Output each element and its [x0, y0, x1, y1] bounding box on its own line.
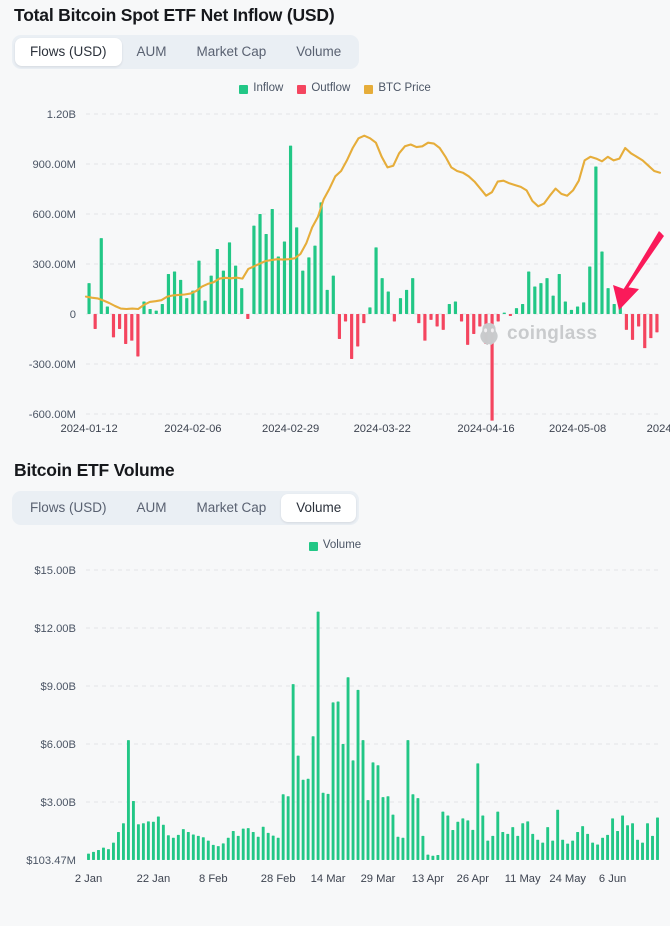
svg-text:6 Jun: 6 Jun — [599, 873, 626, 885]
svg-text:2 Jan: 2 Jan — [75, 873, 102, 885]
page-title: Total Bitcoin Spot ETF Net Inflow (USD) — [14, 5, 335, 25]
svg-text:2024-05-31: 2024-05-31 — [647, 423, 670, 435]
tab-market-cap[interactable]: Market Cap — [182, 38, 282, 66]
tab-volume-2[interactable]: Volume — [281, 494, 357, 522]
svg-text:2024-04-16: 2024-04-16 — [457, 423, 514, 435]
svg-text:28 Feb: 28 Feb — [261, 873, 296, 885]
tab-aum-2[interactable]: AUM — [122, 494, 182, 522]
svg-text:22 Jan: 22 Jan — [137, 873, 171, 885]
volume-plot: $15.00B $12.00B $9.00B $6.00B $3.00B $103.47M… — [26, 565, 660, 885]
svg-text:$103.47M: $103.47M — [26, 855, 76, 867]
svg-text:14 Mar: 14 Mar — [311, 873, 346, 885]
svg-text:0: 0 — [70, 309, 76, 321]
svg-text:2024-02-29: 2024-02-29 — [262, 423, 319, 435]
legend-item-volume[interactable]: Volume — [308, 539, 362, 552]
legend-item-inflow[interactable]: Inflow — [239, 83, 283, 95]
svg-text:11 May: 11 May — [505, 873, 541, 885]
etf-volume-panel: Bitcoin ETF Volume Flows (USD) AUM Marke… — [0, 455, 670, 926]
svg-text:300.00M: 300.00M — [32, 259, 76, 271]
panel2-legend: Volume — [0, 537, 670, 555]
svg-text:$12.00B: $12.00B — [34, 623, 76, 635]
svg-text:900.00M: 900.00M — [32, 159, 76, 171]
page-root: Total Bitcoin Spot ETF Net Inflow (USD) … — [0, 0, 670, 926]
svg-text:1.20B: 1.20B — [47, 109, 76, 121]
legend-label-volume: Volume — [322, 539, 362, 552]
panel2-tab-bar: Flows (USD) AUM Market Cap Volume — [12, 491, 360, 525]
square-swatch-icon — [364, 84, 374, 94]
svg-text:$15.00B: $15.00B — [34, 565, 76, 577]
svg-text:$3.00B: $3.00B — [41, 797, 76, 809]
svg-text:600.00M: 600.00M — [32, 209, 76, 221]
tab-market-cap-2[interactable]: Market Cap — [182, 494, 282, 522]
panel1-tab-bar: Flows (USD) AUM Market Cap Volume — [12, 35, 360, 69]
legend-label-outflow: Outflow — [311, 82, 351, 95]
tab-volume[interactable]: Volume — [281, 38, 356, 66]
net-inflow-plot: 1.20B 900.00M 600.00M 300.00M 0 -300.00M -600.… — [29, 109, 670, 435]
svg-text:2024-01-12: 2024-01-12 — [60, 423, 117, 435]
net-inflow-chart[interactable]: 1.20B 900.00M 600.00M 300.00M 0 -300.00M -600.… — [0, 100, 670, 445]
volume-chart[interactable]: $15.00B $12.00B $9.00B $6.00B $3.00B $103.47M… — [0, 558, 670, 926]
tab-aum[interactable]: AUM — [122, 38, 182, 66]
legend-item-btc-price[interactable]: BTC Price — [364, 82, 431, 95]
legend-item-outflow[interactable]: Outflow — [297, 83, 350, 95]
svg-text:$6.00B: $6.00B — [41, 739, 76, 751]
svg-text:-600.00M: -600.00M — [29, 409, 76, 421]
svg-text:-300.00M: -300.00M — [29, 359, 76, 371]
svg-text:$9.00B: $9.00B — [41, 681, 76, 693]
tab-flows-usd-2[interactable]: Flows (USD) — [15, 494, 122, 522]
svg-text:13 Apr: 13 Apr — [412, 873, 445, 885]
legend-label-inflow: Inflow — [253, 82, 284, 95]
svg-text:2024-03-22: 2024-03-22 — [354, 423, 411, 435]
svg-text:24 May: 24 May — [549, 873, 586, 885]
square-swatch-icon — [308, 541, 318, 551]
legend-label-btc-price: BTC Price — [378, 82, 431, 95]
svg-text:2024-05-08: 2024-05-08 — [549, 423, 606, 435]
square-swatch-icon — [239, 84, 249, 94]
tab-flows-usd[interactable]: Flows (USD) — [15, 38, 122, 66]
svg-text:2024-02-06: 2024-02-06 — [164, 423, 221, 435]
volume-panel-title: Bitcoin ETF Volume — [14, 460, 175, 480]
svg-text:26 Apr: 26 Apr — [457, 873, 490, 885]
square-swatch-icon — [297, 84, 307, 94]
svg-text:8 Feb: 8 Feb — [199, 873, 228, 885]
etf-net-inflow-panel: Total Bitcoin Spot ETF Net Inflow (USD) … — [0, 0, 670, 450]
svg-text:29 Mar: 29 Mar — [361, 873, 396, 885]
panel1-legend: Inflow Outflow BTC Price — [0, 80, 670, 98]
